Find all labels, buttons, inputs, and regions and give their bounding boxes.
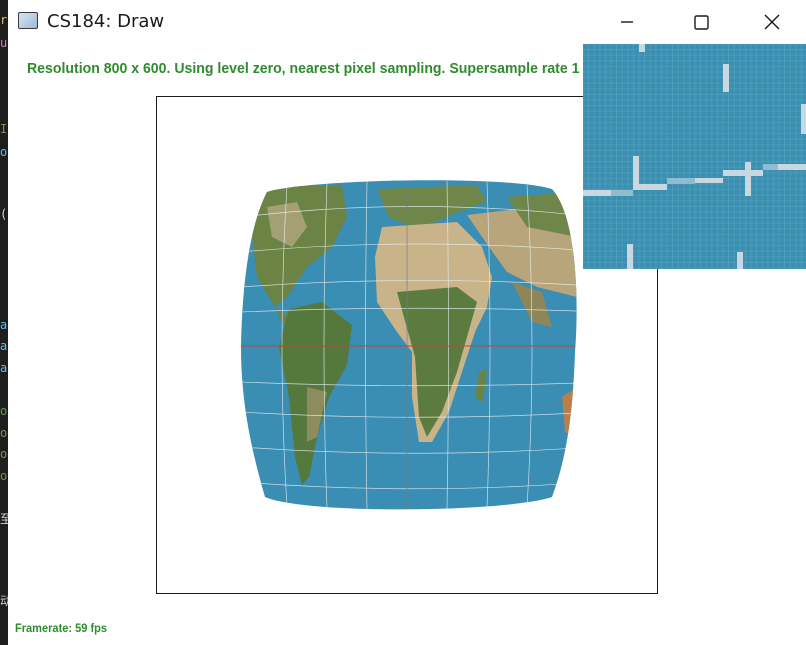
close-button[interactable]: [749, 0, 795, 44]
textured-world-map: [241, 180, 577, 510]
zoom-inset: [583, 44, 806, 269]
magnified-pixel-grid: [583, 44, 806, 269]
minimize-icon: [621, 21, 633, 23]
window-title: CS184: Draw: [47, 11, 165, 32]
code-char: o: [0, 426, 8, 440]
title-bar[interactable]: CS184: Draw: [8, 0, 806, 44]
framerate-text: Framerate: 59 fps: [15, 621, 108, 635]
maximize-button[interactable]: [678, 0, 724, 44]
draw-window[interactable]: CS184: Draw Resolution 800 x 600. Using …: [8, 0, 806, 645]
code-char: 动: [0, 594, 8, 608]
code-char: o: [0, 404, 8, 418]
code-char: (: [0, 207, 8, 221]
app-window-icon: [18, 12, 38, 29]
code-char: a: [0, 361, 8, 375]
code-char: o: [0, 469, 8, 483]
code-char: o: [0, 145, 8, 159]
minimize-button[interactable]: [604, 0, 650, 44]
code-char: 至: [0, 512, 8, 526]
code-char: u: [0, 36, 8, 50]
code-char: I: [0, 122, 8, 136]
code-char: a: [0, 339, 8, 353]
close-icon: [764, 14, 780, 30]
code-char: r: [0, 13, 8, 27]
code-char: a: [0, 318, 8, 332]
code-char: o: [0, 447, 8, 461]
background-code-editor: r u I o ( a a a o o o o 至 动: [0, 0, 8, 645]
maximize-icon: [694, 15, 709, 30]
resolution-status-text: Resolution 800 x 600. Using level zero, …: [27, 60, 646, 77]
